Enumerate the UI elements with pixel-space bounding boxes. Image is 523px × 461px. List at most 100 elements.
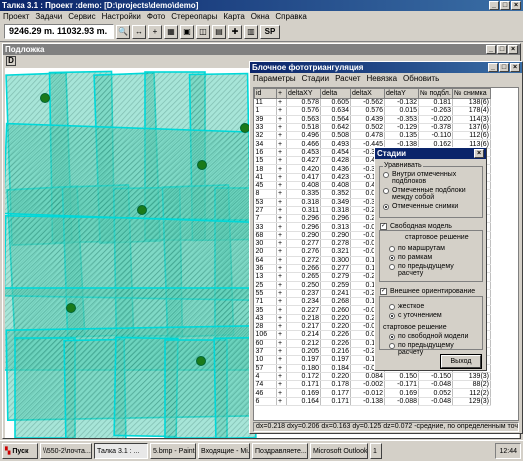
menu-item[interactable]: Проект <box>3 12 29 21</box>
external-orientation-checkbox[interactable]: ✓ Внешнее ориентирование <box>380 288 475 295</box>
cross-icon[interactable]: ✚ <box>228 24 242 39</box>
column-header[interactable]: deltaXY <box>286 88 321 99</box>
menu-item[interactable]: Задачи <box>35 12 62 21</box>
tri-menu-item[interactable]: Невязка <box>367 74 398 83</box>
table-cell: 0.212 <box>286 339 321 348</box>
table-row[interactable]: 74 +0.171 0.178 -0.002 -0.171 -0.048 88(2) <box>254 380 491 390</box>
table-row[interactable]: 33 +0.518 0.642 0.502 -0.129 -0.378 137(6) <box>254 123 491 133</box>
table-cell: + <box>276 372 287 382</box>
search-icon[interactable]: 🔍 <box>116 24 130 39</box>
start-button[interactable]: ▚ Пуск <box>2 443 38 459</box>
table-cell: 0.296 <box>320 214 351 224</box>
tri-menu-item[interactable]: Стадии <box>302 74 329 83</box>
dialog-option[interactable]: по свободной модели <box>389 333 479 340</box>
column-header[interactable]: № подбл. <box>418 88 453 99</box>
taskbar-button[interactable]: Поздравляете... <box>252 443 308 459</box>
table-cell: 0.335 <box>286 189 321 199</box>
menu-item[interactable]: Окна <box>251 12 270 21</box>
menu-item[interactable]: Сервис <box>68 12 95 21</box>
column-header[interactable]: + <box>276 88 287 99</box>
table-cell: 74 <box>254 380 277 390</box>
table-row[interactable]: 4 +0.172 0.220 0.084 0.150 -0.150 139(3) <box>254 372 491 382</box>
maximize-button[interactable]: □ <box>500 1 510 10</box>
map-title: Подложка <box>5 45 45 54</box>
external-check-icon: ✓ <box>380 288 387 295</box>
table-row[interactable]: 46 +0.169 0.177 -0.012 0.169 0.052 112(2) <box>254 388 491 398</box>
table-row[interactable]: 11 +0.578 0.605 -0.562 -0.132 0.181 138(6) <box>254 98 491 108</box>
map-maximize-button[interactable]: □ <box>497 45 507 54</box>
map-minimize-button[interactable]: _ <box>486 45 496 54</box>
table-cell: + <box>276 206 287 216</box>
map-titlebar: Подложка _ □ × <box>3 44 520 55</box>
table-cell: 41 <box>254 173 277 182</box>
taskbar-button[interactable]: Входящие - Mi... <box>198 443 250 459</box>
tri-close-button[interactable]: × <box>510 63 520 72</box>
control-point-marker[interactable] <box>66 303 76 313</box>
table-cell: + <box>276 98 287 108</box>
option-label: по рамкам <box>398 254 433 261</box>
table-row[interactable]: 1 +0.576 0.634 0.576 0.015 -0.263 178(4) <box>254 106 491 116</box>
minimize-button[interactable]: _ <box>489 1 499 10</box>
dialog-option[interactable]: по маршрутам <box>389 245 479 252</box>
pan-icon[interactable]: ↔ <box>132 24 146 39</box>
column-header[interactable]: delta <box>320 88 351 99</box>
exit-button[interactable]: Выход <box>440 354 482 369</box>
table-icon[interactable]: ▥ <box>244 24 258 39</box>
taskbar-button[interactable]: 1 <box>370 443 382 459</box>
layers-icon[interactable]: ▤ <box>212 24 226 39</box>
tri-minimize-button[interactable]: _ <box>488 63 498 72</box>
app-titlebar: Талка 3.1 : Проект :demo: [D:\projects\d… <box>0 0 523 11</box>
close-button[interactable]: × <box>511 1 521 10</box>
control-point-marker[interactable] <box>137 205 147 215</box>
dialog-option[interactable]: Отмеченные подблоки между собой <box>383 187 479 201</box>
frame-icon[interactable]: ◫ <box>196 24 210 39</box>
taskbar-button[interactable]: Microsoft Outlook <box>310 443 368 459</box>
select-icon[interactable]: ▣ <box>180 24 194 39</box>
dialog-option[interactable]: Внутри отмеченных подблоков <box>383 171 479 185</box>
table-cell: + <box>276 189 287 199</box>
dialog-option[interactable]: по рамкам <box>389 254 479 261</box>
dialog-option[interactable]: жесткое <box>389 303 479 310</box>
tri-menu-item[interactable]: Обновить <box>403 74 439 83</box>
menu-item[interactable]: Стереопары <box>171 12 217 21</box>
adjust-group-label: Уравнивать <box>383 162 423 169</box>
tri-maximize-button[interactable]: □ <box>499 63 509 72</box>
menu-item[interactable]: Карта <box>223 12 244 21</box>
tri-menu-item[interactable]: Расчет <box>335 74 360 83</box>
taskbar-button[interactable]: Талка 3.1 : ... <box>94 443 148 459</box>
free-model-checkbox[interactable]: ✓ Свободная модель <box>380 223 452 230</box>
photo-frame[interactable] <box>5 122 263 224</box>
column-header[interactable]: deltaY <box>384 88 419 99</box>
tri-menu-item[interactable]: Параметры <box>253 74 296 83</box>
table-row[interactable]: 32 +0.496 0.508 0.478 0.135 -0.110 112(6) <box>254 131 491 141</box>
table-cell: 0.172 <box>286 372 321 382</box>
menu-item[interactable]: Настройки <box>102 12 141 21</box>
map-close-button[interactable]: × <box>508 45 518 54</box>
dialog-option[interactable]: с уточнением <box>389 312 479 319</box>
layer-d-badge[interactable]: D <box>6 56 16 66</box>
table-cell: 0.220 <box>320 314 351 324</box>
taskbar-button[interactable]: \\550-2\почта... <box>40 443 92 459</box>
dialog-option[interactable]: Отмеченные снимки <box>383 203 479 210</box>
taskbar-button[interactable]: 5.bmp - Paint <box>150 443 196 459</box>
control-point-marker[interactable] <box>197 160 207 170</box>
table-row[interactable]: 39 +0.563 0.564 0.439 -0.353 -0.020 114(3) <box>254 115 491 124</box>
table-cell: 20 <box>254 247 277 257</box>
dialog-option[interactable]: по предыдущему расчету <box>389 263 479 277</box>
column-header[interactable]: № снимка <box>452 88 491 99</box>
table-cell: 57 <box>254 364 277 373</box>
dialog-option[interactable]: по предыдущему расчету <box>389 342 479 356</box>
control-point-marker[interactable] <box>196 356 206 366</box>
table-row[interactable]: 6 +0.164 0.171 -0.138 -0.088 -0.048 129(3) <box>254 397 491 407</box>
column-header[interactable]: deltaX <box>350 88 385 99</box>
menu-item[interactable]: Справка <box>275 12 306 21</box>
grid-icon[interactable]: ▦ <box>164 24 178 39</box>
table-cell: -0.353 <box>384 115 419 124</box>
option-label: Отмеченные снимки <box>392 203 459 210</box>
menu-item[interactable]: Фото <box>147 12 165 21</box>
column-header[interactable]: id <box>254 88 277 99</box>
stages-close-button[interactable]: × <box>474 149 484 158</box>
zoom-in-icon[interactable]: + <box>148 24 162 39</box>
sp-button[interactable]: SP <box>260 24 280 39</box>
control-point-marker[interactable] <box>40 93 50 103</box>
